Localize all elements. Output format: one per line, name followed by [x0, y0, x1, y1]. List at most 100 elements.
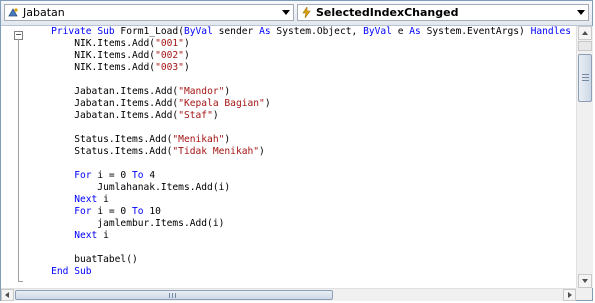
- code-text[interactable]: Private Sub Form1_Load(ByVal sender As S…: [28, 26, 571, 278]
- code-keyword: For: [74, 206, 92, 217]
- arrow-up-icon: [582, 31, 588, 35]
- scroll-right-button[interactable]: [563, 289, 576, 301]
- code-line[interactable]: Private Sub Form1_Load(ByVal sender As S…: [28, 26, 571, 38]
- scroll-left-button[interactable]: [1, 289, 14, 301]
- code-token: Jabatan.Items.Add(: [28, 110, 179, 121]
- horizontal-scrollbar[interactable]: [1, 288, 576, 301]
- code-line[interactable]: Status.Items.Add("Menikah"): [28, 134, 571, 146]
- code-line[interactable]: ​: [28, 242, 571, 254]
- code-keyword: End Sub: [51, 266, 92, 277]
- code-keyword: As: [259, 26, 271, 37]
- code-string: "Staf": [178, 110, 213, 121]
- code-string: "001": [155, 38, 184, 49]
- code-keyword: ByVal: [363, 26, 392, 37]
- code-area[interactable]: − Private Sub Form1_Load(ByVal sender As…: [1, 26, 575, 288]
- code-token: ): [224, 86, 231, 97]
- code-token: ): [264, 98, 271, 109]
- code-token: ): [259, 146, 265, 157]
- chevron-down-icon[interactable]: [577, 10, 585, 15]
- scroll-down-button[interactable]: [578, 274, 592, 288]
- arrow-left-icon: [5, 292, 9, 298]
- code-line[interactable]: ​: [28, 122, 571, 134]
- code-line[interactable]: ​: [28, 74, 571, 86]
- method-name-dropdown[interactable]: SelectedIndexChanged: [297, 4, 589, 21]
- code-token: Jabatan.Items.Add(: [28, 98, 179, 109]
- grip-line: [582, 77, 589, 78]
- code-token: Status.Items.Add(: [28, 146, 173, 157]
- code-keyword: Next: [74, 194, 98, 205]
- code-token: Status.Items.Add(: [28, 134, 173, 145]
- grip-line: [582, 74, 589, 75]
- code-token: NIK.Items.Add(: [28, 50, 156, 61]
- code-token: ): [212, 110, 219, 121]
- code-token: i = 0: [91, 206, 132, 217]
- code-token: Jabatan.Items.Add(: [28, 86, 179, 97]
- code-line[interactable]: buatTabel(): [28, 254, 571, 266]
- code-keyword: To: [131, 170, 144, 181]
- outline-gutter: −: [1, 26, 23, 288]
- code-token: System.Object,: [270, 26, 364, 37]
- grip-line: [172, 293, 173, 298]
- vertical-scroll-thumb[interactable]: [578, 54, 592, 102]
- code-keyword: As: [409, 26, 421, 37]
- class-name-dropdown[interactable]: Jabatan: [4, 4, 294, 21]
- code-token: 4: [143, 170, 156, 181]
- chevron-down-icon[interactable]: [282, 10, 290, 15]
- code-token: i: [97, 230, 109, 241]
- arrow-down-icon: [582, 279, 588, 283]
- code-keyword: ByVal: [183, 26, 213, 37]
- code-line[interactable]: For i = 0 To 4: [28, 170, 571, 182]
- code-token: ): [224, 134, 231, 145]
- code-line[interactable]: End Sub: [28, 266, 571, 278]
- code-line[interactable]: Status.Items.Add("Tidak Menikah"): [28, 146, 571, 158]
- code-string: "Mandor": [178, 86, 225, 97]
- code-keyword: For: [74, 170, 92, 181]
- code-token: System.EventArgs): [420, 26, 531, 37]
- code-line[interactable]: Jabatan.Items.Add("Mandor"): [28, 86, 571, 98]
- code-token: NIK.Items.Add(: [28, 38, 156, 49]
- code-string: "Menikah": [172, 134, 225, 145]
- code-string: "002": [155, 50, 184, 61]
- code-line[interactable]: NIK.Items.Add("003"): [28, 62, 571, 74]
- code-line[interactable]: Next i: [28, 194, 571, 206]
- code-token: sender: [212, 26, 260, 37]
- code-token: ): [183, 62, 190, 73]
- code-token: i = 0: [91, 170, 132, 181]
- outline-end-marker: [18, 281, 23, 282]
- code-line[interactable]: Jumlahanak.Items.Add(i): [28, 182, 571, 194]
- code-token: Form1_Load(: [114, 26, 184, 37]
- scrollbar-corner: [576, 288, 592, 300]
- scroll-up-button[interactable]: [578, 26, 592, 40]
- code-keyword: Handles: [530, 26, 572, 37]
- vertical-scrollbar[interactable]: [576, 26, 593, 288]
- code-line[interactable]: Jabatan.Items.Add("Staf"): [28, 110, 571, 122]
- code-line[interactable]: ​: [28, 158, 571, 170]
- class-object-icon: [8, 7, 19, 18]
- code-token: ): [183, 50, 190, 61]
- horizontal-scroll-thumb[interactable]: [15, 290, 333, 300]
- code-line[interactable]: NIK.Items.Add("001"): [28, 38, 571, 50]
- grip-line: [169, 293, 170, 298]
- class-name-value: Jabatan: [23, 6, 65, 19]
- code-string: "Tidak Menikah": [172, 146, 260, 157]
- code-token: ): [183, 38, 190, 49]
- code-line[interactable]: Jabatan.Items.Add("Kepala Bagian"): [28, 98, 571, 110]
- code-line[interactable]: For i = 0 To 10: [28, 206, 571, 218]
- code-token: jamlembur.Items.Add(i): [28, 218, 225, 229]
- code-line[interactable]: jamlembur.Items.Add(i): [28, 218, 571, 230]
- grip-line: [175, 293, 176, 298]
- arrow-right-icon: [568, 292, 572, 298]
- code-line[interactable]: NIK.Items.Add("002"): [28, 50, 571, 62]
- code-token: e: [391, 26, 410, 37]
- splitter-handle[interactable]: [578, 41, 592, 51]
- code-line[interactable]: Next i: [28, 230, 571, 242]
- code-token: buatTabel(): [28, 254, 138, 265]
- lightning-event-icon: [301, 6, 312, 19]
- code-string: "003": [155, 62, 184, 73]
- outline-line: [18, 39, 19, 281]
